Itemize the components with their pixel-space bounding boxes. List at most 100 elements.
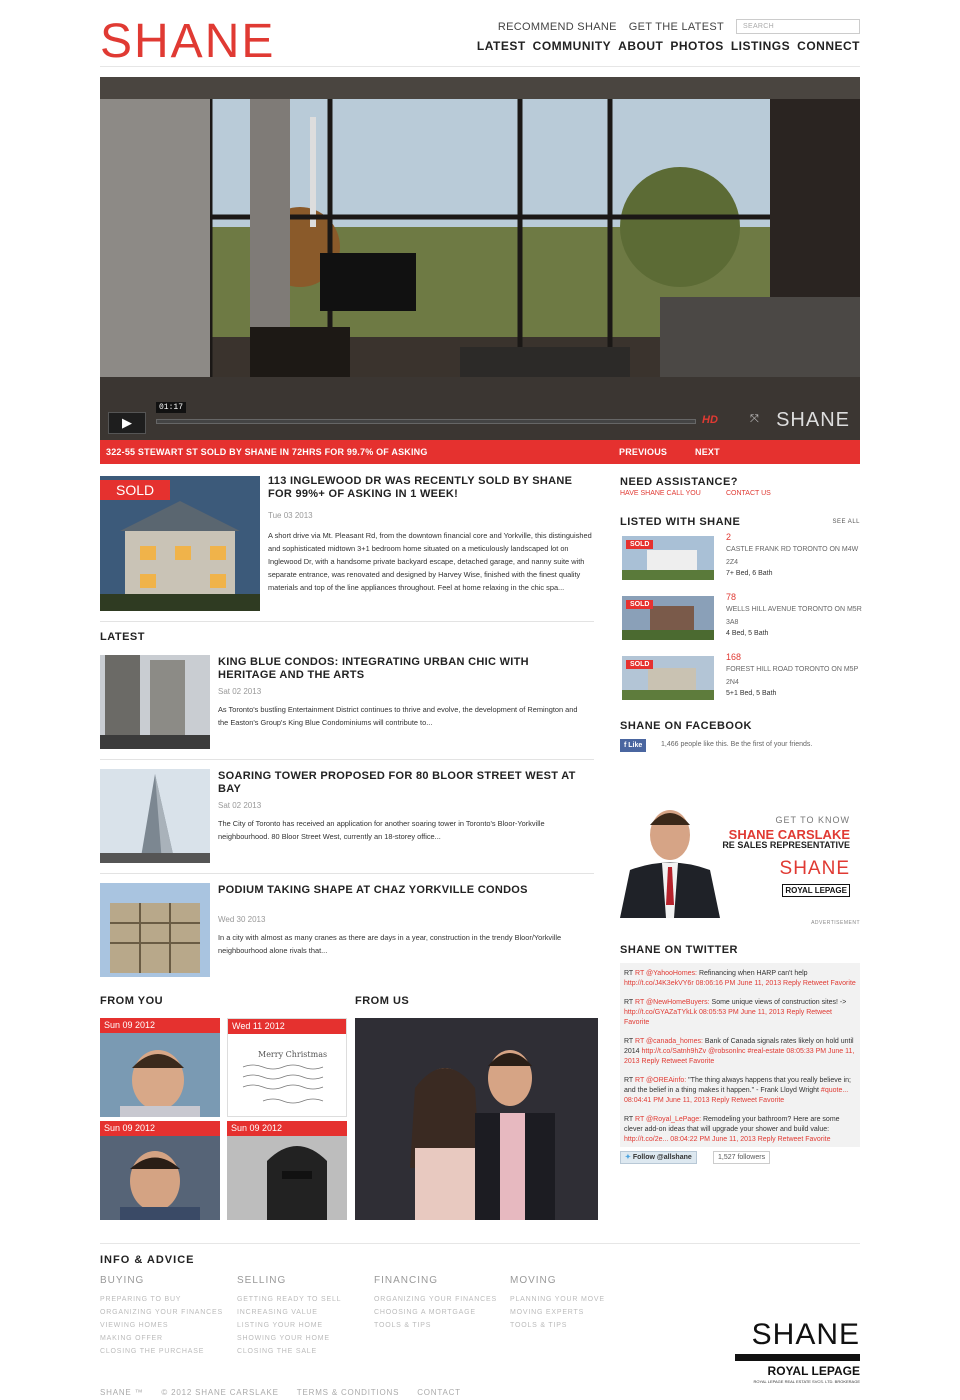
featured-title[interactable]: 113 INGLEWOOD DR WAS RECENTLY SOLD BY SH… (268, 475, 588, 501)
twitter-followers-count: 1,527 followers (713, 1151, 771, 1164)
footer-col-title[interactable]: FINANCING (374, 1274, 497, 1287)
contact-link[interactable]: CONTACT US (726, 490, 771, 497)
ad-role: RE SALES REPRESENTATIVE (722, 840, 850, 850)
footer-link[interactable]: SHOWING YOUR HOME (237, 1332, 341, 1345)
nav-listings[interactable]: LISTINGS (731, 39, 790, 53)
footer-link[interactable]: TOOLS & TIPS (374, 1319, 497, 1332)
listing-item[interactable]: SOLD 168 FOREST HILL ROAD TORONTO ON M5P… (622, 652, 862, 706)
tweet-link[interactable]: http://t.co/J4K3ekVY6r 08:06:16 PM June … (624, 980, 856, 987)
article-date: Wed 30 2013 (218, 915, 266, 924)
article-excerpt: As Toronto's bustling Entertainment Dist… (218, 705, 578, 727)
footer-col-title[interactable]: MOVING (510, 1274, 605, 1287)
listing-number[interactable]: 168 (726, 652, 741, 662)
article-item[interactable]: PODIUM TAKING SHAPE AT CHAZ YORKVILLE CO… (100, 883, 594, 979)
listing-number[interactable]: 78 (726, 592, 736, 602)
featured-image[interactable]: SOLD (100, 476, 260, 611)
video-progress-bar[interactable] (156, 419, 696, 424)
footer-link[interactable]: MOVING EXPERTS (510, 1306, 605, 1319)
footer-link[interactable]: VIEWING HOMES (100, 1319, 223, 1332)
photo-tile[interactable]: Sun 09 2012 (227, 1121, 347, 1220)
listing-item[interactable]: SOLD 2 CASTLE FRANK RD TORONTO ON M4W 2Z… (622, 532, 862, 586)
footer-link[interactable]: PLANNING YOUR MOVE (510, 1293, 605, 1306)
footer-link[interactable]: CLOSING THE PURCHASE (100, 1345, 223, 1358)
latest-heading: LATEST (100, 631, 145, 643)
contact-footer-link[interactable]: CONTACT (417, 1388, 461, 1397)
photo-date: Wed 11 2012 (228, 1019, 346, 1034)
footer-col-title[interactable]: SELLING (237, 1274, 341, 1287)
call-me-link[interactable]: HAVE SHANE CALL YOU (620, 490, 701, 497)
get-latest-link[interactable]: GET THE LATEST (629, 21, 724, 33)
listing-address: WELLS HILL AVENUE TORONTO ON M5R 3A8 (726, 606, 862, 626)
footer-logo[interactable]: SHANE ROYAL LEPAGE ROYAL LEPAGE REAL EST… (735, 1318, 860, 1384)
see-all-link[interactable]: SEE ALL (832, 519, 860, 525)
divider (100, 621, 594, 622)
article-image[interactable] (100, 655, 210, 749)
footer-link[interactable]: INCREASING VALUE (237, 1306, 341, 1319)
article-date: Sat 02 2013 (218, 687, 262, 696)
tweet-link[interactable]: http://t.co/2e... 08:04:22 PM June 11, 2… (624, 1136, 831, 1143)
from-us-photo[interactable] (355, 1018, 598, 1220)
ticker-text: 322-55 STEWART ST SOLD BY SHANE IN 72HRS… (106, 447, 428, 457)
footer-link[interactable]: ORGANIZING YOUR FINANCES (374, 1293, 497, 1306)
tweet-author[interactable]: RT @canada_homes: (635, 1038, 703, 1045)
nav-photos[interactable]: PHOTOS (670, 39, 723, 53)
listing-image[interactable]: SOLD (622, 596, 714, 640)
hd-toggle[interactable]: HD (702, 414, 718, 426)
listing-number[interactable]: 2 (726, 532, 731, 542)
site-logo[interactable]: SHANE (100, 14, 275, 69)
nav-latest[interactable]: LATEST (477, 39, 526, 53)
nav-about[interactable]: ABOUT (618, 39, 663, 53)
photo-tile[interactable]: Sun 09 2012 (100, 1018, 220, 1117)
previous-button[interactable]: PREVIOUS (619, 440, 667, 464)
agent-photo (620, 810, 720, 918)
ad-royal-lepage-logo: ROYAL LEPAGE (782, 884, 850, 897)
footer-logo-text: SHANE (751, 1318, 860, 1351)
listing-image[interactable]: SOLD (622, 536, 714, 580)
tweet-author[interactable]: RT @Royal_LePage: (635, 1116, 701, 1123)
twitter-follow-button[interactable]: ✦ Follow @allshane (620, 1151, 697, 1164)
article-item[interactable]: SOARING TOWER PROPOSED FOR 80 BLOOR STRE… (100, 769, 594, 865)
tweet-link[interactable]: http://t.co/GYAZaTYkLk 08:05:53 PM June … (624, 1009, 832, 1026)
tweet-author[interactable]: RT @OREAinfo: (635, 1077, 686, 1084)
listing-image[interactable]: SOLD (622, 656, 714, 700)
tweet-link[interactable]: http://t.co/Satnh9hZv @robsonlnc #real-e… (624, 1048, 854, 1065)
footer-link[interactable]: CLOSING THE SALE (237, 1345, 341, 1358)
terms-link[interactable]: TERMS & CONDITIONS (297, 1388, 399, 1397)
facebook-like-button[interactable]: f Like (620, 739, 647, 752)
article-title[interactable]: PODIUM TAKING SHAPE AT CHAZ YORKVILLE CO… (218, 884, 588, 897)
article-image[interactable] (100, 883, 210, 977)
footer-link[interactable]: MAKING OFFER (100, 1332, 223, 1345)
article-item[interactable]: KING BLUE CONDOS: INTEGRATING URBAN CHIC… (100, 655, 594, 751)
footer-col-title[interactable]: BUYING (100, 1274, 223, 1287)
listing-item[interactable]: SOLD 78 WELLS HILL AVENUE TORONTO ON M5R… (622, 592, 862, 646)
recommend-link[interactable]: RECOMMEND SHANE (498, 21, 617, 33)
play-icon: ▶ (122, 415, 132, 430)
nav-community[interactable]: COMMUNITY (533, 39, 612, 53)
play-button[interactable]: ▶ (108, 412, 146, 434)
footer-link[interactable]: TOOLS & TIPS (510, 1319, 605, 1332)
footer-link[interactable]: GETTING READY TO SELL (237, 1293, 341, 1306)
footer-link[interactable]: CHOOSING A MORTGAGE (374, 1306, 497, 1319)
main-nav: LATEST COMMUNITY ABOUT PHOTOS LISTINGS C… (477, 39, 860, 53)
nav-connect[interactable]: CONNECT (797, 39, 860, 53)
featured-date: Tue 03 2013 (268, 511, 313, 520)
fullscreen-icon[interactable]: ⤧ (750, 413, 759, 426)
tweet-author[interactable]: RT @NewHomeBuyers: (635, 999, 710, 1006)
footer-link[interactable]: ORGANIZING YOUR FINANCES (100, 1306, 223, 1319)
article-image[interactable] (100, 769, 210, 863)
hero-ticker[interactable]: 322-55 STEWART ST SOLD BY SHANE IN 72HRS… (100, 440, 860, 464)
advertisement[interactable]: GET TO KNOW SHANE CARSLAKE RE SALES REPR… (620, 805, 860, 918)
article-title[interactable]: KING BLUE CONDOS: INTEGRATING URBAN CHIC… (218, 656, 588, 682)
footer-link[interactable]: LISTING YOUR HOME (237, 1319, 341, 1332)
article-title[interactable]: SOARING TOWER PROPOSED FOR 80 BLOOR STRE… (218, 770, 588, 796)
search-input[interactable]: SEARCH (736, 19, 860, 34)
photo-tile[interactable]: Sun 09 2012 (100, 1121, 220, 1220)
tweet-author[interactable]: RT @YahooHomes: (635, 970, 697, 977)
listed-heading: LISTED WITH SHANE (620, 516, 741, 528)
footer-link[interactable]: PREPARING TO BUY (100, 1293, 223, 1306)
photo-tile[interactable]: Merry Christmas Wed 11 2012 (227, 1018, 347, 1117)
footer-col-moving: MOVING PLANNING YOUR MOVE MOVING EXPERTS TO… (510, 1274, 605, 1332)
next-button[interactable]: NEXT (695, 440, 720, 464)
royal-lepage-sub: ROYAL LEPAGE REAL ESTATE SVCS. LTD. BROK… (753, 1379, 860, 1384)
hero-video[interactable]: ▶ 01:17 HD ⤧ SHANE (100, 77, 860, 440)
